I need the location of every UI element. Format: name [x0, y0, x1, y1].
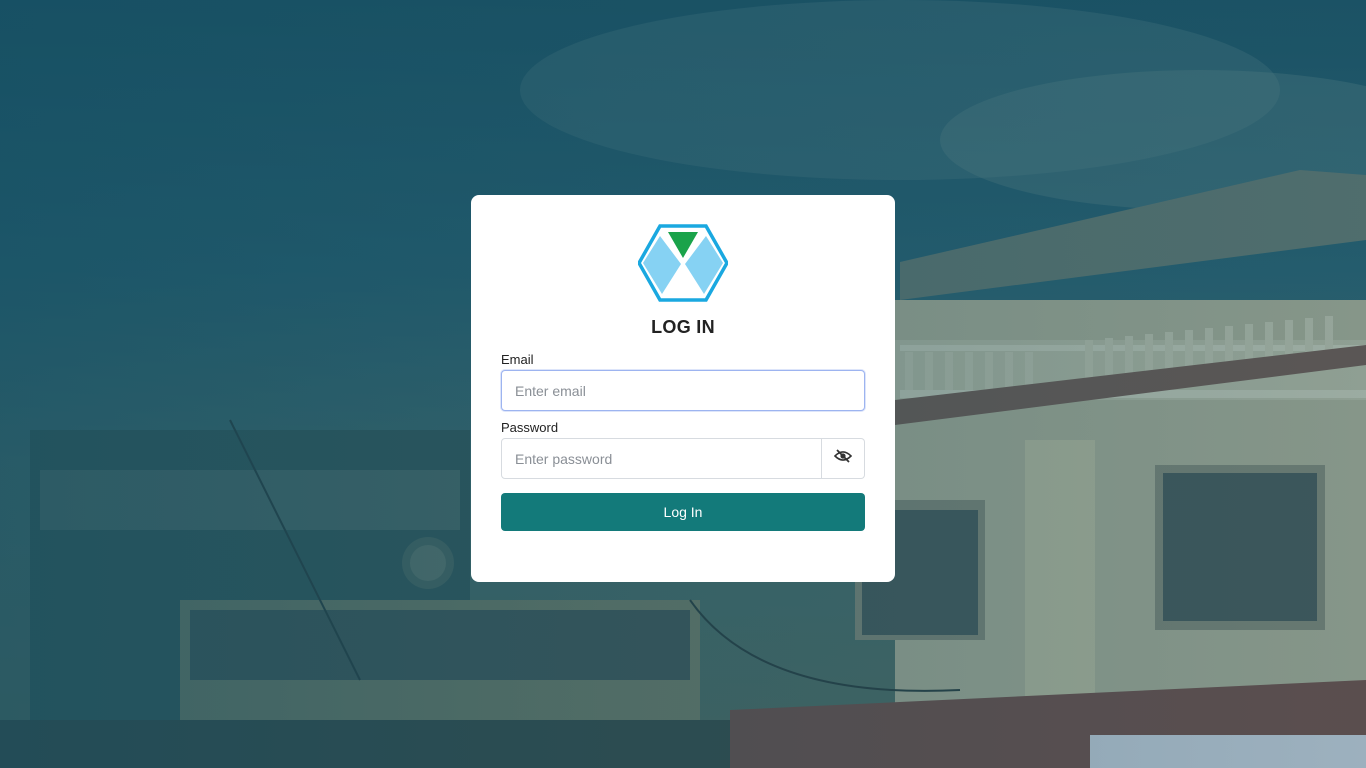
page-title: LOG IN — [651, 317, 715, 337]
password-field[interactable] — [501, 438, 822, 479]
login-button[interactable]: Log In — [501, 493, 865, 531]
password-label: Password — [501, 420, 559, 435]
email-field[interactable] — [501, 370, 865, 411]
toggle-password-visibility-button[interactable] — [822, 438, 865, 479]
login-card: LOG IN Email Password Log In — [471, 195, 895, 582]
eye-slash-icon — [833, 449, 853, 468]
hexagon-logo-icon — [636, 224, 730, 302]
email-label: Email — [501, 352, 534, 367]
